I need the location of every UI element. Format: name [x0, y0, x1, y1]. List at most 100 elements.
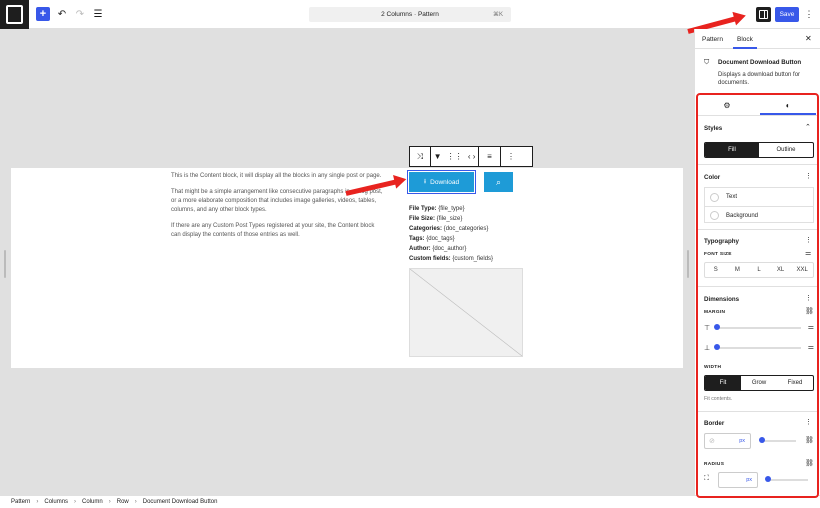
undo-icon[interactable]: ↶ [55, 7, 69, 21]
document-title: 2 Columns · Pattern [381, 11, 439, 18]
image-placeholder[interactable] [409, 268, 523, 357]
style-option-outline[interactable]: Outline [759, 143, 813, 157]
content-block[interactable]: This is the Content block, it will displ… [171, 172, 383, 247]
width-option-grow[interactable]: Grow [741, 376, 777, 390]
width-label: WIDTH [704, 365, 722, 370]
resize-handle-left[interactable] [4, 250, 6, 278]
divider [698, 164, 817, 165]
unit-select[interactable]: px [739, 438, 745, 444]
site-logo-icon[interactable] [0, 0, 29, 29]
slider-thumb[interactable] [759, 437, 765, 443]
editor-canvas: This is the Content block, it will displ… [0, 29, 694, 495]
border-width-slider[interactable] [759, 436, 796, 446]
shortcut-hint: ⌘K [492, 12, 503, 18]
settings-toggle-button[interactable] [756, 7, 771, 22]
margin-label: MARGIN [704, 310, 726, 315]
radius-label: RADIUS [704, 462, 725, 467]
color-item-label: Background [726, 212, 759, 219]
color-item-background[interactable]: Background [705, 206, 813, 224]
transform-icon[interactable]: ⤨ [410, 147, 431, 166]
border-color-icon[interactable]: ⊘ [709, 437, 715, 445]
slider-thumb[interactable] [765, 476, 771, 482]
settings-gear-icon[interactable]: ⚙ [717, 99, 737, 112]
breadcrumb-item[interactable]: Row [117, 499, 129, 505]
more-options-icon[interactable]: ⋮ [804, 7, 814, 22]
redo-icon[interactable]: ↷ [73, 7, 87, 21]
typography-options-icon[interactable]: ⋮ [805, 236, 812, 244]
tab-block[interactable]: Block [733, 36, 757, 49]
color-list: Text Background [704, 187, 814, 223]
link-icon[interactable]: ⛓ [805, 307, 814, 315]
margin-top-slider[interactable]: ⊤ ⚌ [704, 323, 814, 333]
border-options-icon[interactable]: ⋮ [805, 418, 812, 426]
download-icon: ⭳ [423, 177, 427, 185]
inspector-tabs: ⚙ ◐ [698, 95, 817, 116]
adjust-icon[interactable]: ⚌ [808, 323, 814, 331]
editor-header: + ↶ ↷ ☰ 2 Columns · Pattern ⌘K Save ⋮ [0, 0, 820, 29]
breadcrumb-item[interactable]: Columns [44, 499, 68, 505]
style-option-fill[interactable]: Fill [705, 143, 759, 157]
block-description: Displays a download button for documents… [718, 72, 801, 86]
add-block-button[interactable]: + [36, 7, 50, 21]
width-option-fixed[interactable]: Fixed [777, 376, 813, 390]
margin-bottom-slider[interactable]: ⊥ ⚌ [704, 343, 814, 353]
align-icon[interactable]: ≡ [479, 147, 501, 166]
custom-size-icon[interactable]: ⚌ [805, 249, 811, 257]
tab-pattern[interactable]: Pattern [702, 36, 723, 43]
width-option-fit[interactable]: Fit [705, 376, 741, 390]
font-size-l[interactable]: L [748, 263, 770, 277]
font-size-xl[interactable]: XL [770, 263, 792, 277]
font-size-xxl[interactable]: XXL [791, 263, 813, 277]
width-selector: Fit Grow Fixed [704, 375, 814, 391]
download-block-icon: ▼ [433, 152, 442, 161]
font-size-s[interactable]: S [705, 263, 727, 277]
link-icon[interactable]: ⛓ [805, 436, 814, 444]
radius-slider[interactable] [765, 475, 808, 485]
block-inspector-panel: ⚙ ◐ Styles ⌃ Fill Outline Color ⋮ Text B… [696, 93, 819, 498]
radius-corners-icon[interactable]: ⛶ [704, 475, 709, 483]
document-meta: File Type: {file_type} File Size: {file_… [409, 204, 493, 264]
margin-bottom-icon: ⊥ [704, 345, 711, 352]
chevron-up-icon[interactable]: ⌃ [805, 123, 811, 131]
download-label: Download [430, 178, 460, 186]
breadcrumb-item[interactable]: Column [82, 499, 103, 505]
close-icon[interactable]: ✕ [805, 34, 812, 43]
settings-sidebar: Pattern Block ✕ ⛉ Document Download Butt… [694, 29, 820, 498]
adjust-icon[interactable]: ⚌ [808, 343, 814, 351]
link-icon[interactable]: ⛓ [805, 459, 814, 467]
color-options-icon[interactable]: ⋮ [805, 172, 812, 180]
breadcrumb-item[interactable]: Pattern [11, 499, 30, 505]
unit-select[interactable]: px [746, 477, 752, 483]
move-arrows-icon[interactable]: ‹ › [468, 152, 476, 161]
command-palette-button[interactable]: 2 Columns · Pattern ⌘K [309, 7, 511, 22]
color-item-label: Text [726, 194, 738, 200]
dimensions-title: Dimensions [704, 296, 740, 303]
color-item-text[interactable]: Text [705, 188, 813, 206]
list-view-icon[interactable]: ☰ [91, 7, 105, 21]
block-mover[interactable]: ▼ ⋮⋮ ‹ › [431, 147, 479, 166]
download-button[interactable]: ⭳ Download [407, 170, 476, 194]
font-size-label: FONT SIZE [704, 252, 732, 257]
chevron-right-icon: › [36, 499, 39, 505]
slider-thumb[interactable] [714, 344, 720, 350]
save-button[interactable]: Save [775, 7, 799, 22]
search-icon: ⌕ [495, 176, 502, 187]
block-name: Document Download Button [718, 59, 802, 66]
slider-thumb[interactable] [714, 324, 720, 330]
styles-contrast-icon[interactable]: ◐ [760, 99, 816, 115]
download-block-icon: ⛉ [704, 59, 710, 66]
meta-row: Categories: {doc_categories} [409, 226, 489, 232]
border-title: Border [704, 420, 725, 427]
meta-row: Author: {doc_author} [409, 246, 467, 252]
meta-row: Tags: {doc_tags} [409, 236, 455, 242]
width-help: Fit contents. [704, 396, 733, 402]
border-width-input[interactable]: ⊘ px [704, 433, 751, 449]
search-button[interactable]: ⌕ [484, 172, 513, 192]
block-options-icon[interactable]: ⋮ [501, 147, 521, 166]
dimensions-options-icon[interactable]: ⋮ [805, 294, 812, 302]
radius-input[interactable]: px [718, 472, 758, 488]
content-paragraph: If there are any Custom Post Types regis… [171, 223, 375, 238]
font-size-m[interactable]: M [727, 263, 749, 277]
resize-handle-right[interactable] [687, 250, 689, 278]
drag-handle-icon[interactable]: ⋮⋮ [447, 152, 463, 161]
